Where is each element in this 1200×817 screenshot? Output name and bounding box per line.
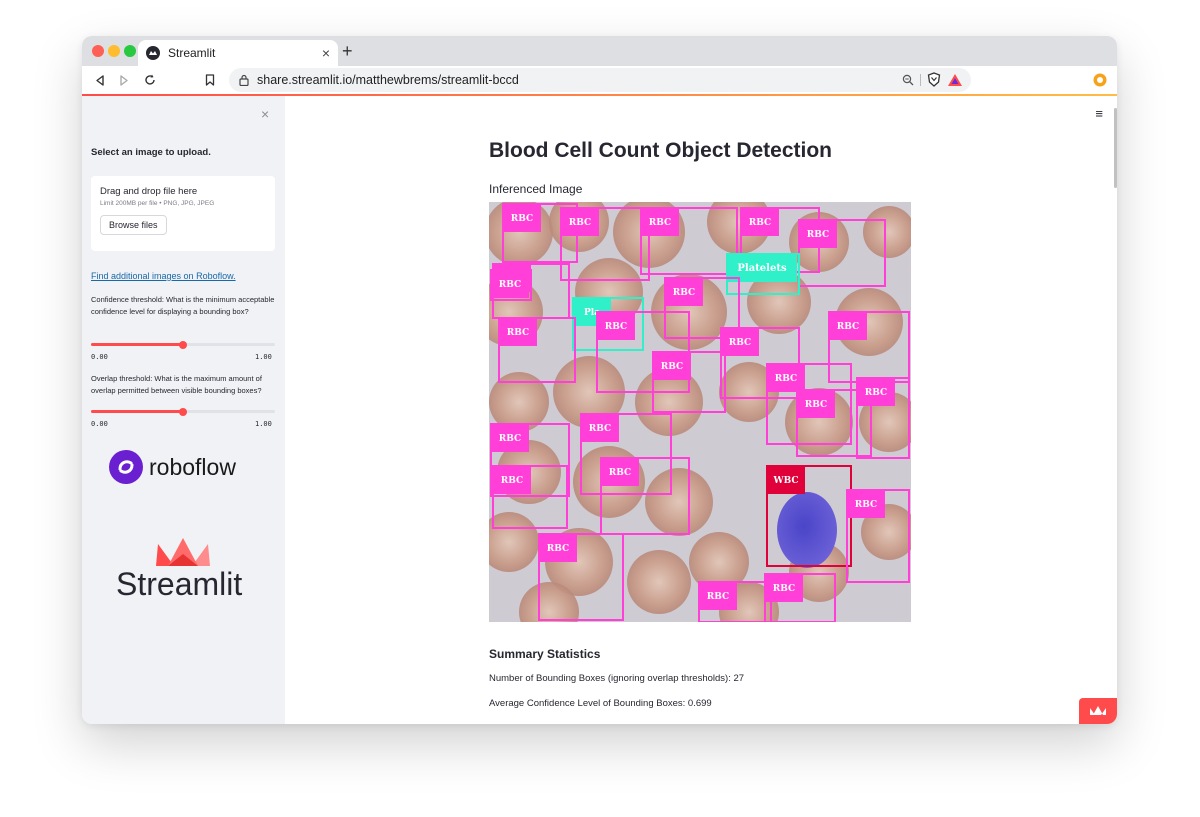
brave-shield-icon[interactable] [927,72,941,87]
brave-rewards-icon[interactable] [947,73,963,87]
upload-heading: Select an image to upload. [91,147,211,158]
bounding-box-label: RBC [661,362,683,372]
new-tab-button[interactable]: + [342,41,353,61]
address-bar[interactable]: share.streamlit.io/matthewbrems/streamli… [229,68,971,92]
streamlit-badge-button[interactable] [1079,698,1117,724]
sidebar: × Select an image to upload. Drag and dr… [82,96,285,724]
bounding-box-label: RBC [837,322,859,332]
bounding-box-label: RBC [501,476,523,486]
scrollbar[interactable] [1114,108,1117,188]
tab-close-icon[interactable]: × [322,46,330,60]
bounding-box-label: RBC [707,592,729,602]
roboflow-logo-icon [109,450,143,484]
browse-files-button[interactable]: Browse files [100,215,167,235]
main-content: ≡ Blood Cell Count Object Detection Infe… [285,96,1117,724]
bounding-box-label: RBC [749,218,771,228]
bounding-box-label: RBC [547,544,569,554]
overlap-slider-max: 1.00 [255,420,272,428]
bounding-box-label: RBC [609,468,631,478]
inferenced-image: RBCRBCRBCRBCRBCPlateletsRBCPlaRBCRBCRBCR… [489,202,911,622]
bounding-box-label: RBC [729,338,751,348]
maximize-window-button[interactable] [124,45,136,57]
browser-window: Streamlit × + share.streamlit.io/matthew… [82,36,1117,724]
bounding-box-label: RBC [499,280,521,290]
bounding-box-label: RBC [775,374,797,384]
bounding-box-label: RBC [855,500,877,510]
confidence-slider-label: Confidence threshold: What is the minimu… [91,295,275,316]
confidence-slider-min: 0.00 [91,353,108,361]
red-blood-cell [645,468,713,536]
confidence-slider[interactable] [91,340,275,349]
file-uploader-dropzone[interactable]: Drag and drop file here Limit 200MB per … [91,176,275,251]
zoom-icon[interactable] [902,74,914,86]
roboflow-logo-text: roboflow [149,453,236,480]
bounding-box-label: RBC [511,214,533,224]
white-blood-cell [777,492,837,568]
tab-bar: Streamlit × + [82,36,1117,66]
lock-icon [239,74,249,86]
bookmark-icon[interactable] [202,72,218,88]
inferenced-image-heading: Inferenced Image [489,182,583,196]
bounding-box-label: RBC [805,400,827,410]
inferenced-image-canvas: RBCRBCRBCRBCRBCPlateletsRBCPlaRBCRBCRBCR… [489,202,911,622]
bounding-box-label: RBC [673,288,695,298]
url-divider [920,73,921,86]
roboflow-images-link[interactable]: Find additional images on Roboflow. [91,271,236,281]
bounding-box-label: RBC [649,218,671,228]
bounding-box-count: Number of Bounding Boxes (ignoring overl… [489,673,745,684]
confidence-slider-fill [91,343,183,346]
close-window-button[interactable] [92,45,104,57]
confidence-slider-thumb[interactable] [179,340,187,349]
dropzone-title: Drag and drop file here [100,186,198,197]
back-icon[interactable] [92,72,108,88]
reload-icon[interactable] [142,72,158,88]
red-blood-cell [627,550,691,614]
streamlit-crown-icon [1090,706,1106,715]
streamlit-logo-text: Streamlit [116,566,243,602]
browser-toolbar: share.streamlit.io/matthewbrems/streamli… [82,66,1117,94]
bounding-box-label: RBC [589,424,611,434]
overlap-slider-label: Overlap threshold: What is the maximum a… [91,374,262,395]
roboflow-logo: roboflow [109,450,236,484]
overlap-slider-min: 0.00 [91,420,108,428]
bounding-box-label: RBC [605,322,627,332]
dropzone-hint: Limit 200MB per file • PNG, JPG, JPEG [100,200,215,207]
hamburger-menu-icon[interactable]: ≡ [1095,106,1103,121]
page-title: Blood Cell Count Object Detection [489,139,833,162]
bounding-box-label: RBC [807,230,829,240]
summary-statistics-heading: Summary Statistics [489,647,601,661]
overlap-slider[interactable] [91,407,275,416]
browser-tab[interactable]: Streamlit × [138,40,338,66]
bounding-box-label: RBC [773,584,795,594]
tab-title: Streamlit [168,46,216,60]
minimize-window-button[interactable] [108,45,120,57]
overlap-slider-thumb[interactable] [179,407,187,416]
bounding-box-label: WBC [772,476,798,486]
bounding-box-label: RBC [507,328,529,338]
bounding-box-label: RBC [865,388,887,398]
streamlit-favicon-icon [146,46,160,60]
forward-icon[interactable] [116,72,132,88]
average-confidence: Average Confidence Level of Bounding Box… [489,698,712,709]
extension-icon[interactable] [1092,72,1108,88]
sidebar-close-icon[interactable]: × [261,106,269,122]
bounding-box-label: RBC [499,434,521,444]
bounding-box-label: RBC [569,218,591,228]
confidence-slider-max: 1.00 [255,353,272,361]
overlap-slider-fill [91,410,183,413]
url-text: share.streamlit.io/matthewbrems/streamli… [257,73,519,87]
bounding-box-label: Platelets [737,263,787,274]
streamlit-crown-icon [156,538,210,566]
streamlit-logo: Streamlit [116,538,256,608]
